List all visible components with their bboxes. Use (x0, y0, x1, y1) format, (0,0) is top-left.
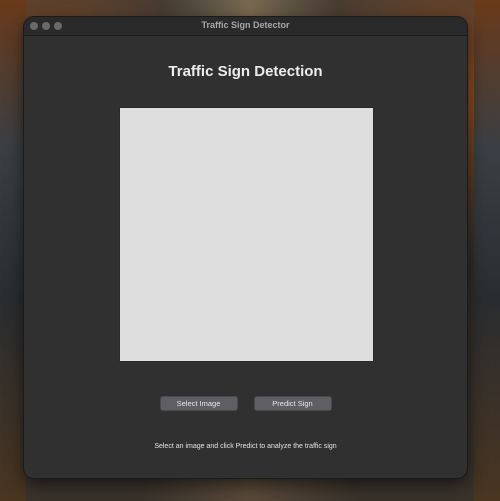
button-row: Select Image Predict Sign (24, 396, 467, 411)
page-title: Traffic Sign Detection (168, 63, 323, 80)
predict-sign-button[interactable]: Predict Sign (253, 396, 332, 411)
app-window: Traffic Sign Detector Traffic Sign Detec… (24, 17, 467, 478)
title-bar[interactable]: Traffic Sign Detector (24, 17, 467, 36)
image-preview (119, 107, 374, 362)
desktop-wallpaper-right (474, 0, 500, 501)
desktop-wallpaper-left (0, 0, 26, 501)
select-image-button[interactable]: Select Image (159, 396, 238, 411)
status-text: Select an image and click Predict to ana… (154, 443, 337, 450)
window-title: Traffic Sign Detector (201, 20, 290, 30)
